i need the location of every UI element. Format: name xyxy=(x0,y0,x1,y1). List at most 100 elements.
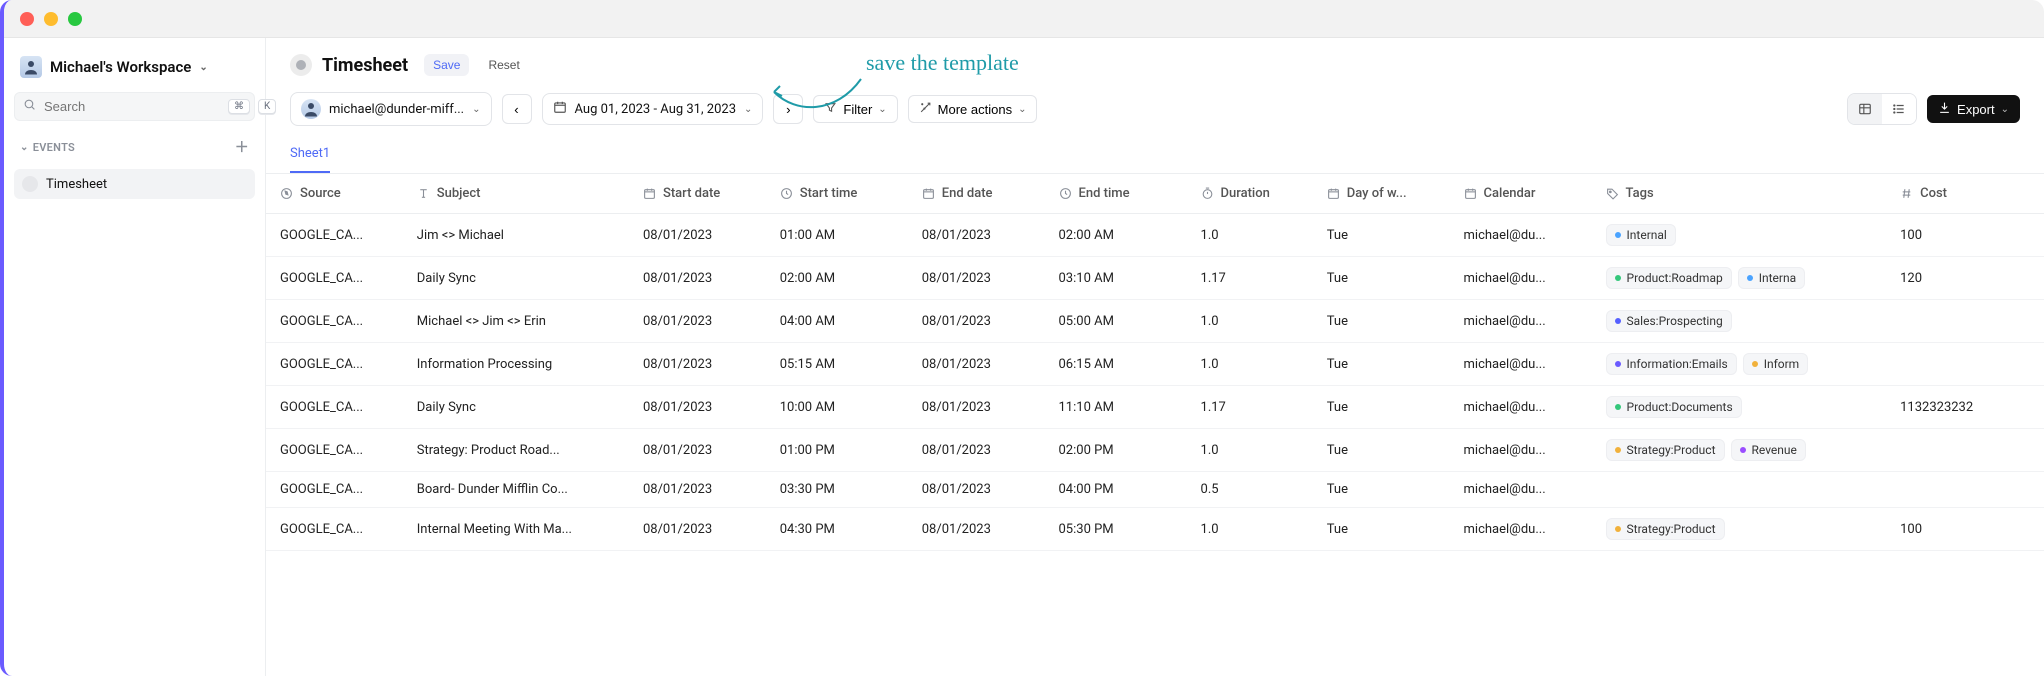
cell-end_time: 06:15 AM xyxy=(1045,343,1187,386)
cell-calendar: michael@du... xyxy=(1450,429,1592,472)
cell-end_date: 08/01/2023 xyxy=(908,300,1045,343)
table-header-row: Source Subject Start date Start timeEnd dat… xyxy=(266,174,2044,214)
cell-day_of_week: Tue xyxy=(1313,386,1450,429)
cell-tags: Product:Documents xyxy=(1592,386,1887,429)
view-mode-table-button[interactable] xyxy=(1848,94,1882,124)
table-row[interactable]: GOOGLE_CA...Daily Sync08/01/202302:00 AM… xyxy=(266,257,2044,300)
search-input-wrap[interactable]: ⌘ K xyxy=(14,92,255,121)
tag-chip[interactable]: Sales:Prospecting xyxy=(1606,310,1732,332)
column-header-label: Tags xyxy=(1626,186,1654,201)
column-header-day_of_week[interactable]: Day of w... xyxy=(1313,174,1450,214)
cell-end_time: 05:30 PM xyxy=(1045,508,1187,551)
close-window-icon[interactable] xyxy=(20,12,34,26)
column-header-label: End time xyxy=(1079,186,1130,201)
tags-container: Product:Roadmap Interna xyxy=(1606,267,1873,289)
tag-chip[interactable]: Internal xyxy=(1606,224,1676,246)
export-button[interactable]: Export ⌄ xyxy=(1927,95,2020,123)
cell-start_date: 08/01/2023 xyxy=(629,508,766,551)
column-header-source[interactable]: Source xyxy=(266,174,403,214)
column-header-tags[interactable]: Tags xyxy=(1592,174,1887,214)
table-row[interactable]: GOOGLE_CA...Strategy: Product Road...08/… xyxy=(266,429,2044,472)
sidebar: Michael's Workspace ⌄ ⌘ K ⌄ EVENTS ＋ xyxy=(4,38,266,676)
tag-color-icon xyxy=(1615,526,1621,532)
tags-container: Strategy:Product xyxy=(1606,518,1873,540)
column-header-subject[interactable]: Subject xyxy=(403,174,629,214)
cell-duration: 1.17 xyxy=(1187,257,1313,300)
table-row[interactable]: GOOGLE_CA...Information Processing08/01/… xyxy=(266,343,2044,386)
cell-start_date: 08/01/2023 xyxy=(629,300,766,343)
column-header-label: Start date xyxy=(663,186,720,201)
chevron-down-icon: ⌄ xyxy=(199,62,207,73)
cell-source: GOOGLE_CA... xyxy=(266,300,403,343)
column-header-end_time[interactable]: End time xyxy=(1045,174,1187,214)
column-header-start_time[interactable]: Start time xyxy=(766,174,908,214)
cell-duration: 0.5 xyxy=(1187,472,1313,508)
tags-container: Information:Emails Inform xyxy=(1606,353,1873,375)
column-header-label: Duration xyxy=(1221,186,1270,201)
table-scroll[interactable]: Source Subject Start date Start timeEnd dat… xyxy=(266,174,2044,676)
cell-start_time: 03:30 PM xyxy=(766,472,908,508)
search-icon xyxy=(23,98,36,115)
sidebar-section-header[interactable]: ⌄ EVENTS ＋ xyxy=(14,131,255,159)
view-mode-switch xyxy=(1847,93,1917,125)
column-header-end_date[interactable]: End date xyxy=(908,174,1045,214)
cell-day_of_week: Tue xyxy=(1313,429,1450,472)
tags-container: Strategy:Product Revenue xyxy=(1606,439,1873,461)
column-header-cost[interactable]: Cost xyxy=(1886,174,2044,214)
column-header-duration[interactable]: Duration xyxy=(1187,174,1313,214)
table-row[interactable]: GOOGLE_CA...Internal Meeting With Ma...0… xyxy=(266,508,2044,551)
prev-period-button[interactable]: ‹ xyxy=(502,94,532,124)
cell-day_of_week: Tue xyxy=(1313,257,1450,300)
add-event-button[interactable]: ＋ xyxy=(235,137,249,157)
date-range-picker[interactable]: Aug 01, 2023 - Aug 31, 2023 ⌄ xyxy=(542,93,764,125)
tag-chip[interactable]: Inform xyxy=(1743,353,1809,375)
cell-duration: 1.0 xyxy=(1187,214,1313,257)
tag-chip[interactable]: Product:Documents xyxy=(1606,396,1742,418)
cell-calendar: michael@du... xyxy=(1450,472,1592,508)
tag-chip[interactable]: Strategy:Product xyxy=(1606,518,1725,540)
search-input[interactable] xyxy=(44,99,220,114)
sidebar-section-label: EVENTS xyxy=(33,141,75,154)
reset-button[interactable]: Reset xyxy=(479,54,528,76)
cell-subject: Michael <> Jim <> Erin xyxy=(403,300,629,343)
column-header-label: Subject xyxy=(437,186,481,201)
save-button[interactable]: Save xyxy=(424,54,469,76)
app-window: Michael's Workspace ⌄ ⌘ K ⌄ EVENTS ＋ xyxy=(0,0,2044,676)
page-header: Timesheet Save Reset save the template xyxy=(266,38,2044,86)
cell-cost xyxy=(1886,300,2044,343)
tag-chip[interactable]: Information:Emails xyxy=(1606,353,1737,375)
user-picker[interactable]: michael@dunder-miff... ⌄ xyxy=(290,92,492,126)
shortcut-mod: ⌘ xyxy=(228,99,250,114)
column-header-calendar[interactable]: Calendar xyxy=(1450,174,1592,214)
tag-chip[interactable]: Product:Roadmap xyxy=(1606,267,1732,289)
tag-chip[interactable]: Interna xyxy=(1738,267,1805,289)
cell-cost: 1132323232 xyxy=(1886,386,2044,429)
table-row[interactable]: GOOGLE_CA...Board- Dunder Mifflin Co...0… xyxy=(266,472,2044,508)
workspace-switcher[interactable]: Michael's Workspace ⌄ xyxy=(14,52,255,82)
cell-end_date: 08/01/2023 xyxy=(908,257,1045,300)
cell-end_date: 08/01/2023 xyxy=(908,386,1045,429)
chevron-down-icon: ⌄ xyxy=(878,104,886,115)
more-actions-button[interactable]: More actions ⌄ xyxy=(908,95,1038,123)
table-row[interactable]: GOOGLE_CA...Daily Sync08/01/202310:00 AM… xyxy=(266,386,2044,429)
table-row[interactable]: GOOGLE_CA...Michael <> Jim <> Erin08/01/… xyxy=(266,300,2044,343)
sidebar-item-timesheet[interactable]: Timesheet xyxy=(14,169,255,199)
tag-color-icon xyxy=(1615,318,1621,324)
chevron-down-icon: ⌄ xyxy=(20,142,29,153)
minimize-window-icon[interactable] xyxy=(44,12,58,26)
tag-chip[interactable]: Strategy:Product xyxy=(1606,439,1725,461)
cell-subject: Daily Sync xyxy=(403,386,629,429)
column-header-start_date[interactable]: Start date xyxy=(629,174,766,214)
maximize-window-icon[interactable] xyxy=(68,12,82,26)
tag-label: Product:Documents xyxy=(1627,400,1733,414)
cell-calendar: michael@du... xyxy=(1450,386,1592,429)
table-row[interactable]: GOOGLE_CA...Jim <> Michael08/01/202301:0… xyxy=(266,214,2044,257)
cell-subject: Daily Sync xyxy=(403,257,629,300)
cell-end_time: 04:00 PM xyxy=(1045,472,1187,508)
cell-day_of_week: Tue xyxy=(1313,472,1450,508)
tab-sheet1[interactable]: Sheet1 xyxy=(290,140,330,173)
tag-chip[interactable]: Revenue xyxy=(1731,439,1806,461)
annotation-overlay: save the template xyxy=(866,50,1019,76)
view-mode-list-button[interactable] xyxy=(1882,94,1916,124)
timesheet-table: Source Subject Start date Start timeEnd dat… xyxy=(266,174,2044,551)
